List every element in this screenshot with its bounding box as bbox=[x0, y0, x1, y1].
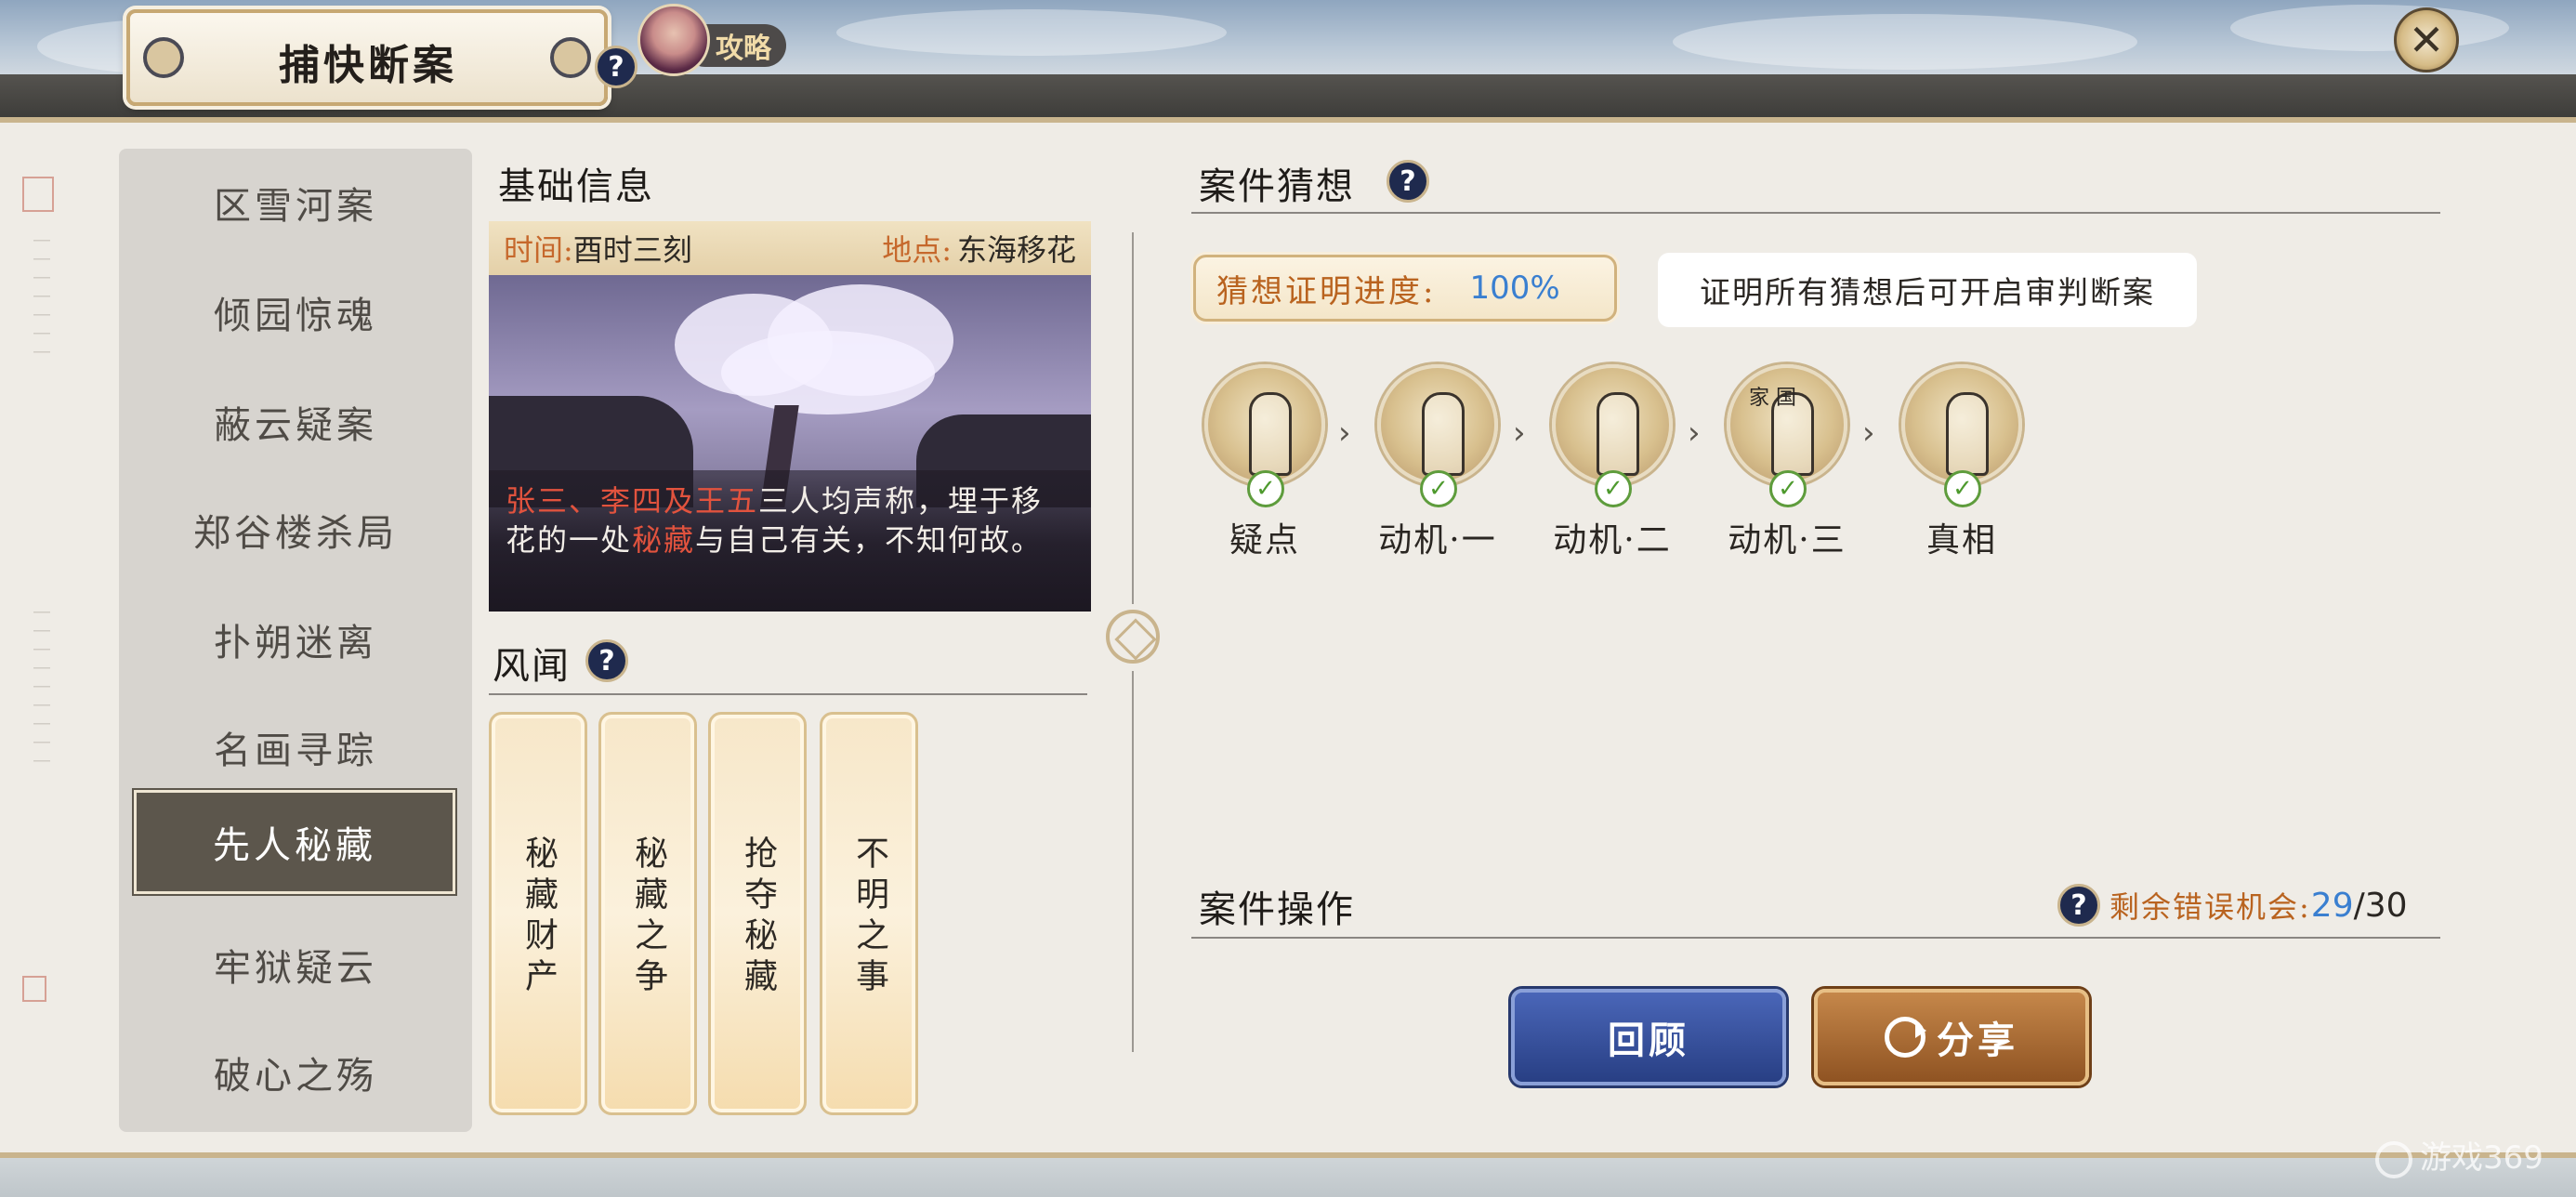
check-icon: ✓ bbox=[1595, 470, 1632, 507]
help-icon[interactable]: ? bbox=[595, 46, 637, 88]
close-button[interactable]: ✕ bbox=[2394, 7, 2459, 72]
ornament-icon bbox=[143, 37, 184, 78]
case-item[interactable]: 破心之殇 bbox=[119, 1019, 472, 1126]
clue-illustration bbox=[1901, 364, 2022, 485]
progress-label: 猜想证明进度: bbox=[1216, 272, 1437, 310]
time-value: 酉时三刻 bbox=[572, 232, 692, 268]
clue-illustration bbox=[1204, 364, 1325, 485]
guide-avatar bbox=[637, 4, 710, 76]
clue-illustration bbox=[1377, 364, 1498, 485]
divider bbox=[1132, 232, 1134, 604]
divider bbox=[1191, 937, 2440, 939]
clue-name: 动机·三 bbox=[1728, 521, 1847, 559]
clue-illustration: 家 国 bbox=[1727, 364, 1847, 485]
divider-emblem-icon bbox=[1106, 610, 1160, 664]
clue-name: 动机·二 bbox=[1553, 521, 1672, 559]
clue-name: 疑点 bbox=[1229, 521, 1300, 559]
guide-button[interactable]: 攻略 bbox=[637, 4, 786, 76]
help-icon[interactable]: ? bbox=[585, 639, 628, 682]
info-meta-bar: 时间: 酉时三刻 地点: 东海移花 bbox=[489, 221, 1091, 275]
case-item[interactable]: 区雪河案 bbox=[119, 149, 472, 256]
progress-value: 100% bbox=[1469, 270, 1560, 307]
case-item-selected[interactable]: 先人秘藏 bbox=[132, 788, 457, 896]
case-item[interactable]: 牢狱疑云 bbox=[119, 911, 472, 1019]
decorative-calligraphy: ｜｜｜｜｜｜｜｜｜ bbox=[31, 604, 50, 771]
chevron-right-icon: › bbox=[1688, 414, 1701, 452]
guess-progress: 猜想证明进度: 100% bbox=[1193, 255, 1617, 322]
case-item[interactable]: 郑谷楼杀局 bbox=[119, 476, 472, 584]
review-button[interactable]: 回顾 bbox=[1511, 989, 1786, 1085]
rumor-card[interactable]: 不明之事 bbox=[820, 712, 918, 1115]
basic-info-card: 时间: 酉时三刻 地点: 东海移花 张三、李四及王五三人均声称，埋于移花的一处秘… bbox=[489, 221, 1091, 612]
operations-heading: 案件操作 bbox=[1199, 888, 1355, 931]
footer-band bbox=[0, 1152, 2576, 1197]
review-button-label: 回顾 bbox=[1608, 1019, 1689, 1062]
title-plaque: 捕快断案 ? bbox=[126, 9, 637, 106]
guesses-heading: 案件猜想 bbox=[1199, 165, 1355, 208]
clue-node[interactable]: ✓ 动机·二 bbox=[1543, 364, 1682, 569]
clue-node[interactable]: ✓ 疑点 bbox=[1195, 364, 1334, 569]
decorative-calligraphy: ｜｜｜｜｜｜｜ bbox=[31, 232, 50, 362]
case-item[interactable]: 蔽云疑案 bbox=[119, 368, 472, 476]
seal-stamp-icon bbox=[22, 177, 54, 212]
basic-info-heading: 基础信息 bbox=[498, 165, 654, 208]
case-item[interactable]: 扑朔迷离 bbox=[119, 585, 472, 693]
place-value: 东海移花 bbox=[956, 232, 1076, 268]
mistakes-counter: ? 剩余错误机会: 29/30 bbox=[2057, 881, 2408, 929]
share-button[interactable]: 分享 bbox=[1814, 989, 2089, 1085]
case-list: 区雪河案 倾园惊魂 蔽云疑案 郑谷楼杀局 扑朔迷离 名画寻踪 先人秘藏 牢狱疑云… bbox=[119, 149, 472, 1132]
check-icon: ✓ bbox=[1247, 470, 1284, 507]
help-icon[interactable]: ? bbox=[2057, 884, 2100, 927]
clue-node[interactable]: ✓ 动机·一 bbox=[1368, 364, 1507, 569]
mistakes-current: 29 bbox=[2310, 886, 2354, 925]
clue-illustration bbox=[1552, 364, 1673, 485]
scene-image: 张三、李四及王五三人均声称，埋于移花的一处秘藏与自己有关，不知何故。 bbox=[489, 275, 1091, 612]
clue-node[interactable]: ✓ 真相 bbox=[1892, 364, 2031, 569]
case-item[interactable]: 倾园惊魂 bbox=[119, 258, 472, 366]
share-icon bbox=[1885, 1017, 1926, 1058]
share-button-label: 分享 bbox=[1937, 1019, 2018, 1062]
chevron-right-icon: › bbox=[1513, 414, 1526, 452]
check-icon: ✓ bbox=[1944, 470, 1981, 507]
chevron-right-icon: › bbox=[1862, 414, 1875, 452]
page-title: 捕快断案 bbox=[279, 42, 457, 89]
clue-name: 动机·一 bbox=[1378, 521, 1497, 559]
time-label: 时间: bbox=[504, 232, 573, 268]
seal-stamp-icon bbox=[22, 976, 46, 1002]
rumor-card[interactable]: 秘藏财产 bbox=[489, 712, 587, 1115]
rumor-card[interactable]: 秘藏之争 bbox=[598, 712, 697, 1115]
check-icon: ✓ bbox=[1769, 470, 1807, 507]
rumor-card[interactable]: 抢夺秘藏 bbox=[708, 712, 807, 1115]
chevron-right-icon: › bbox=[1338, 414, 1351, 452]
place-label: 地点: bbox=[882, 232, 952, 268]
ornament-icon bbox=[550, 37, 591, 78]
clue-name: 真相 bbox=[1925, 521, 1997, 559]
clue-node[interactable]: 家 国 ✓ 动机·三 bbox=[1717, 364, 1857, 569]
watermark: 游戏369 bbox=[2375, 1132, 2543, 1178]
help-icon[interactable]: ? bbox=[1387, 160, 1429, 203]
check-icon: ✓ bbox=[1420, 470, 1457, 507]
case-description: 张三、李四及王五三人均声称，埋于移花的一处秘藏与自己有关，不知何故。 bbox=[489, 470, 1091, 612]
mistakes-total: /30 bbox=[2353, 886, 2408, 925]
divider bbox=[1191, 212, 2440, 214]
tip-bubble: 证明所有猜想后可开启审判断案 bbox=[1658, 253, 2197, 327]
case-item[interactable]: 名画寻踪 bbox=[119, 693, 472, 801]
watermark-logo-icon bbox=[2375, 1140, 2412, 1178]
rumors-heading: 风闻 bbox=[493, 645, 571, 688]
mistakes-label: 剩余错误机会: bbox=[2109, 889, 2311, 925]
divider bbox=[1132, 671, 1134, 1052]
divider bbox=[489, 693, 1087, 695]
